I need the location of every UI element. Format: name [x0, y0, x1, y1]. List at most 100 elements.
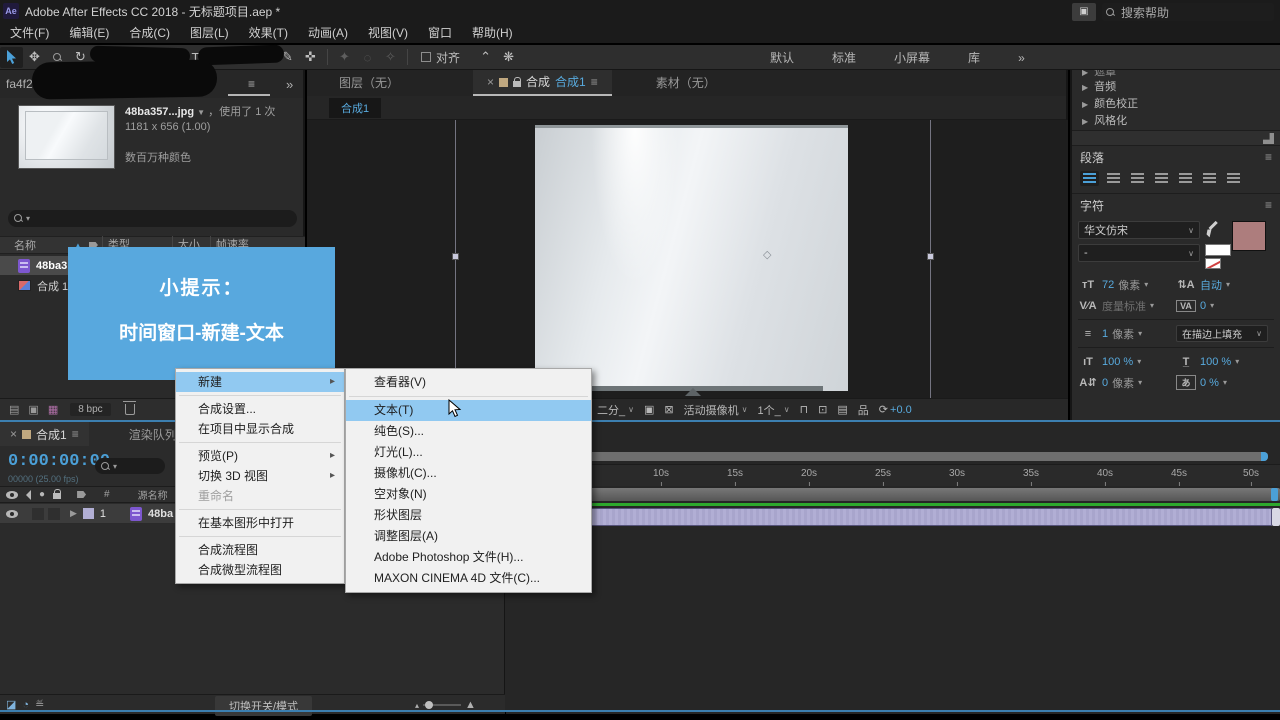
submenu-item-shape-layer[interactable]: 形状图层: [346, 505, 591, 526]
tracking-control[interactable]: VA 0 ▾: [1176, 300, 1274, 312]
zoom-slider[interactable]: [423, 704, 461, 706]
panel-menu-icon[interactable]: ≡: [248, 77, 255, 91]
resolution-dropdown[interactable]: 二分_ ∨: [597, 402, 634, 418]
menu-composition[interactable]: 合成(C): [119, 22, 180, 44]
menu-animation[interactable]: 动画(A): [298, 22, 358, 44]
effects-category[interactable]: ▶颜色校正: [1072, 96, 1280, 113]
workspace-standard[interactable]: 标准: [832, 49, 856, 66]
help-search-box[interactable]: 搜索帮助: [1102, 3, 1274, 21]
tsume-control[interactable]: あ 0 % ▾: [1176, 375, 1274, 390]
camera-dropdown[interactable]: 活动摄像机 ∨: [684, 402, 748, 418]
composition-canvas[interactable]: ◇: [307, 120, 1068, 398]
menu-file[interactable]: 文件(F): [0, 22, 59, 44]
close-icon[interactable]: ×: [487, 69, 494, 95]
exposure-value[interactable]: +0.0: [890, 404, 912, 416]
motion-blur-tool[interactable]: ❋: [497, 47, 520, 68]
chevron-down-icon[interactable]: ▼: [197, 108, 205, 117]
fast-previews-icon[interactable]: ⊡: [818, 403, 827, 416]
no-fill-swatch[interactable]: [1205, 258, 1221, 269]
menu-item-composition-flowchart[interactable]: 合成流程图: [176, 540, 344, 560]
submenu-item-photoshop-file[interactable]: Adobe Photoshop 文件(H)...: [346, 547, 591, 568]
panel-menu-icon[interactable]: ≡: [72, 427, 79, 441]
zoom-out-icon[interactable]: ▴: [415, 701, 419, 710]
menu-item-switch-3d-view[interactable]: 切换 3D 视图 ▸: [176, 466, 344, 486]
workspace-default[interactable]: 默认: [770, 49, 794, 66]
time-ruler[interactable]: 10s 15s 20s 25s 30s 35s 40s 45s 50s: [506, 464, 1280, 486]
project-search-box[interactable]: ▾: [8, 210, 297, 227]
layer-out-point-handle[interactable]: [1272, 508, 1280, 526]
view-layout-dropdown[interactable]: 1个_ ∨: [757, 402, 789, 418]
timeline-horizontal-scrollbar[interactable]: [536, 452, 1268, 461]
panel-menu-icon[interactable]: ≡: [1265, 198, 1272, 212]
menu-view[interactable]: 视图(V): [358, 22, 418, 44]
column-source-name[interactable]: 源名称: [138, 487, 168, 502]
baseline-shift-control[interactable]: A⇵ 0 像素 ▾: [1078, 375, 1176, 391]
label-column-icon[interactable]: [77, 491, 86, 498]
align-right-button[interactable]: [1128, 171, 1147, 186]
kerning-control[interactable]: V⁄A 度量标准 ▾: [1078, 298, 1176, 314]
interpret-footage-icon[interactable]: ▤: [9, 403, 19, 416]
panel-menu-icon[interactable]: ≡: [591, 69, 598, 95]
timeline-search-box[interactable]: ▾: [95, 458, 165, 474]
mask-feather-tool[interactable]: ⌃: [474, 47, 497, 68]
submenu-item-viewer[interactable]: 查看器(V): [346, 372, 591, 393]
justify-last-left-button[interactable]: [1152, 171, 1171, 186]
menu-item-preview[interactable]: 预览(P) ▸: [176, 446, 344, 466]
effects-category[interactable]: ▶风格化: [1072, 113, 1280, 130]
workspace-overflow-chevron[interactable]: »: [1018, 51, 1025, 65]
submenu-item-null-object[interactable]: 空对象(N): [346, 484, 591, 505]
puppet-pin-tool[interactable]: ✜: [299, 47, 322, 68]
layer-duration-bar[interactable]: [506, 508, 1272, 526]
flowchart-icon[interactable]: 品: [858, 402, 869, 418]
menu-item-composition-mini-flowchart[interactable]: 合成微型流程图: [176, 560, 344, 580]
stroke-width-control[interactable]: ≡ 1 像素 ▾: [1078, 326, 1176, 342]
menu-effect[interactable]: 效果(T): [239, 22, 298, 44]
tab-composition[interactable]: × 合成 合成1 ≡: [473, 70, 612, 96]
audio-column-icon[interactable]: [26, 490, 31, 500]
panel-overflow-chevron[interactable]: »: [286, 77, 293, 92]
tab-render-queue[interactable]: 渲染队列: [129, 426, 177, 443]
eyedropper-icon[interactable]: [1205, 221, 1221, 239]
trash-icon[interactable]: [125, 404, 135, 415]
project-bit-depth[interactable]: 8 bpc: [70, 403, 110, 416]
zoom-knob[interactable]: [425, 701, 433, 709]
timeline-graph-icon[interactable]: ▤: [837, 403, 847, 416]
tab-timeline-comp[interactable]: × 合成1 ≡: [0, 422, 89, 446]
menu-item-new[interactable]: 新建 ▸: [176, 372, 344, 392]
stroke-mode-dropdown[interactable]: 在描边上填充 ∨: [1176, 325, 1268, 342]
menu-edit[interactable]: 编辑(E): [59, 22, 119, 44]
motion-blur-icon[interactable]: ◔: [22, 699, 29, 711]
breadcrumb[interactable]: 合成1: [329, 98, 381, 118]
layer-handle-left[interactable]: [452, 253, 459, 260]
layer-label-color[interactable]: [83, 508, 94, 519]
layer-handle-right[interactable]: [927, 253, 934, 260]
font-family-dropdown[interactable]: 华文仿宋 ∨: [1078, 221, 1200, 239]
align-left-button[interactable]: [1080, 171, 1099, 186]
panel-menu-icon[interactable]: ≡: [1265, 150, 1272, 164]
new-animation-preset-icon[interactable]: [1263, 133, 1274, 144]
region-of-interest-icon[interactable]: ▣: [644, 403, 654, 416]
audio-cell[interactable]: [32, 508, 44, 520]
toggle-switches-modes-button[interactable]: 切换开关/模式: [215, 696, 312, 716]
justify-all-button[interactable]: [1224, 171, 1243, 186]
justify-last-center-button[interactable]: [1176, 171, 1195, 186]
justify-last-right-button[interactable]: [1200, 171, 1219, 186]
menu-window[interactable]: 窗口: [418, 22, 462, 44]
menu-item-open-in-essential-graphics[interactable]: 在基本图形中打开: [176, 513, 344, 533]
menu-item-reveal-in-project[interactable]: 在项目中显示合成: [176, 419, 344, 439]
font-style-dropdown[interactable]: - ∨: [1078, 244, 1200, 262]
solo-cell[interactable]: [48, 508, 60, 520]
reset-exposure-icon[interactable]: ⟳: [879, 403, 888, 416]
pixel-aspect-icon[interactable]: ⊓: [800, 403, 809, 416]
expand-triangle-icon[interactable]: ▶: [70, 508, 77, 519]
fill-white-swatch[interactable]: [1205, 244, 1231, 256]
workspace-bar-icon[interactable]: ▣: [1072, 3, 1096, 21]
whiteboard-footage-image[interactable]: [535, 125, 848, 391]
menu-help[interactable]: 帮助(H): [462, 22, 523, 44]
submenu-item-solid[interactable]: 纯色(S)...: [346, 421, 591, 442]
font-size-control[interactable]: ᴛT 72 像素 ▾: [1078, 277, 1176, 293]
selection-tool[interactable]: [0, 47, 23, 68]
lock-icon[interactable]: [513, 81, 521, 87]
workspace-library[interactable]: 库: [968, 49, 980, 66]
video-visibility-column-icon[interactable]: [6, 491, 18, 499]
